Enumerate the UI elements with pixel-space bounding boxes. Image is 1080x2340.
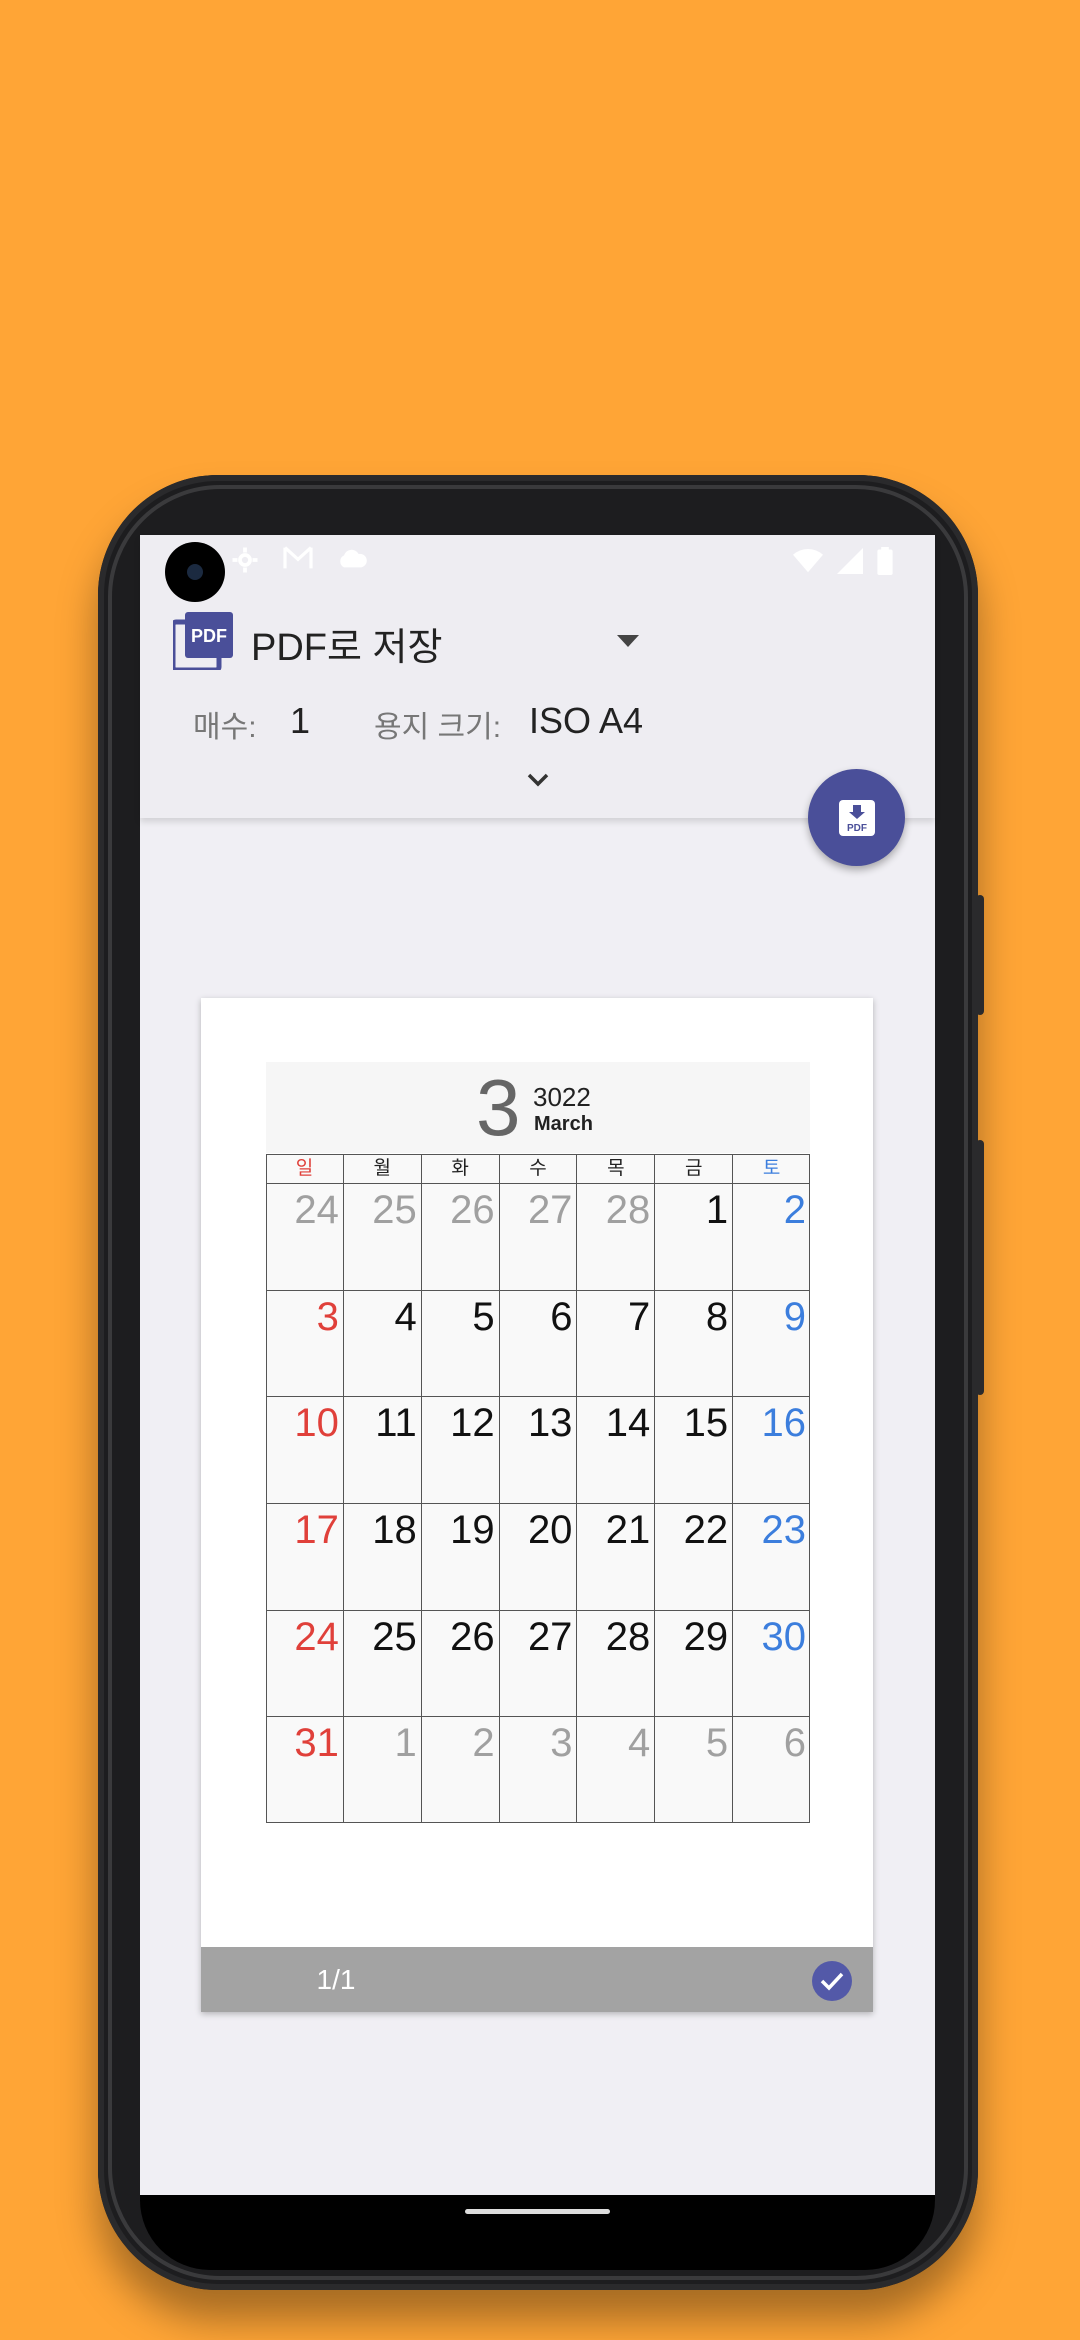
calendar-day: 26 [422,1184,500,1290]
calendar-week-row: 10 11 12 13 14 15 16 [266,1397,810,1505]
calendar-day: 6 [500,1290,578,1397]
calendar-day: 3 [500,1717,578,1824]
calendar-day: 27 [500,1610,578,1717]
front-camera [165,542,225,602]
calendar-week-row: 24 25 26 27 28 29 30 [266,1610,810,1718]
signal-icon [837,548,863,579]
calendar-day: 5 [655,1717,734,1824]
mail-icon [282,545,314,582]
calendar-month-name: March [534,1113,593,1135]
paper-size-value: ISO A4 [529,700,644,741]
calendar-day: 24 [266,1610,344,1717]
page-number: 1/1 [316,1964,356,1995]
calendar-day: 1 [344,1717,422,1824]
copies-label: 매수: [193,711,257,744]
fab-icon-text: PDF [847,823,867,834]
save-pdf-button[interactable]: PDF [808,769,905,866]
pdf-printer-icon: PDF [170,612,233,673]
calendar-day: 23 [761,1508,807,1553]
paper-size-label: 용지 크기: [374,711,502,744]
calendar-day: 9 [783,1294,807,1339]
calendar-day: 27 [500,1184,578,1290]
calendar-day: 26 [422,1610,500,1717]
weekday-label: 일 [266,1154,344,1184]
settings-icon [230,545,260,582]
status-bar-right [793,547,893,580]
calendar-week-row: 3 4 5 6 7 8 9 [266,1290,810,1398]
calendar-day: 25 [344,1610,422,1717]
calendar-day: 4 [344,1290,422,1397]
calendar-day: 21 [577,1504,656,1610]
calendar-day: 18 [344,1504,422,1610]
pdf-download-icon: PDF [838,799,875,836]
volume-button [976,895,984,1015]
printer-dropdown-icon[interactable] [617,635,639,647]
calendar-day: 28 [577,1184,656,1290]
calendar-week-row: 31 1 2 3 4 5 6 [266,1717,810,1824]
pdf-logo-text: PDF [191,626,227,646]
calendar-day: 13 [500,1397,578,1504]
calendar-year: 3022 [533,1082,591,1112]
page-select-checkbox[interactable] [812,1961,852,2001]
calendar-day: 6 [783,1721,807,1766]
navigation-bar [140,2195,935,2270]
calendar-day: 8 [655,1290,734,1397]
calendar-day: 25 [344,1184,422,1290]
calendar-day: 22 [655,1504,734,1610]
calendar-day: 24 [266,1184,344,1290]
calendar-day: 7 [577,1290,656,1397]
wifi-icon [793,549,823,578]
weekday-label: 수 [499,1154,578,1184]
calendar-day: 20 [500,1504,578,1610]
power-button [976,1140,984,1395]
check-icon [820,1972,844,1991]
calendar-day: 30 [761,1614,807,1659]
calendar-day: 14 [577,1397,656,1504]
calendar-day: 3 [266,1290,344,1397]
chevron-down-icon[interactable] [524,768,552,792]
weekday-label: 금 [655,1154,734,1184]
calendar-day: 19 [422,1504,500,1610]
calendar-week-row: 24 25 26 27 28 1 2 [266,1184,810,1291]
calendar-day: 16 [761,1401,807,1446]
calendar-day: 17 [266,1504,344,1610]
calendar-day: 11 [344,1397,422,1504]
calendar-month-number: 3 [476,1063,521,1152]
calendar-week-row: 17 18 19 20 21 22 23 [266,1504,810,1611]
calendar-day: 2 [783,1188,807,1232]
weekday-label: 토 [733,1154,811,1184]
battery-icon [877,547,893,580]
calendar-day: 12 [422,1397,500,1504]
calendar-day: 15 [655,1397,734,1504]
calendar-day: 4 [577,1717,656,1824]
calendar-day: 5 [422,1290,500,1397]
calendar-day: 10 [266,1397,344,1504]
printer-select-label[interactable]: PDF로 저장 [251,616,442,671]
weekday-label: 화 [421,1154,500,1184]
weekday-label: 목 [577,1154,656,1184]
copies-value: 1 [290,700,311,741]
cloud-icon [336,545,368,582]
weekday-label: 월 [343,1154,422,1184]
status-bar-left [230,545,368,582]
weekday-header-row: 일 월 화 수 목 금 토 [266,1154,811,1184]
calendar-day: 2 [422,1717,500,1824]
calendar-weeks: 24 25 26 27 28 1 2 3 4 5 6 7 8 9 10 11 1… [266,1184,810,1824]
home-indicator[interactable] [465,2209,610,2214]
calendar-day: 28 [577,1610,656,1717]
calendar-day: 31 [266,1717,344,1824]
calendar-day: 29 [655,1610,734,1717]
calendar-day: 1 [655,1184,734,1290]
